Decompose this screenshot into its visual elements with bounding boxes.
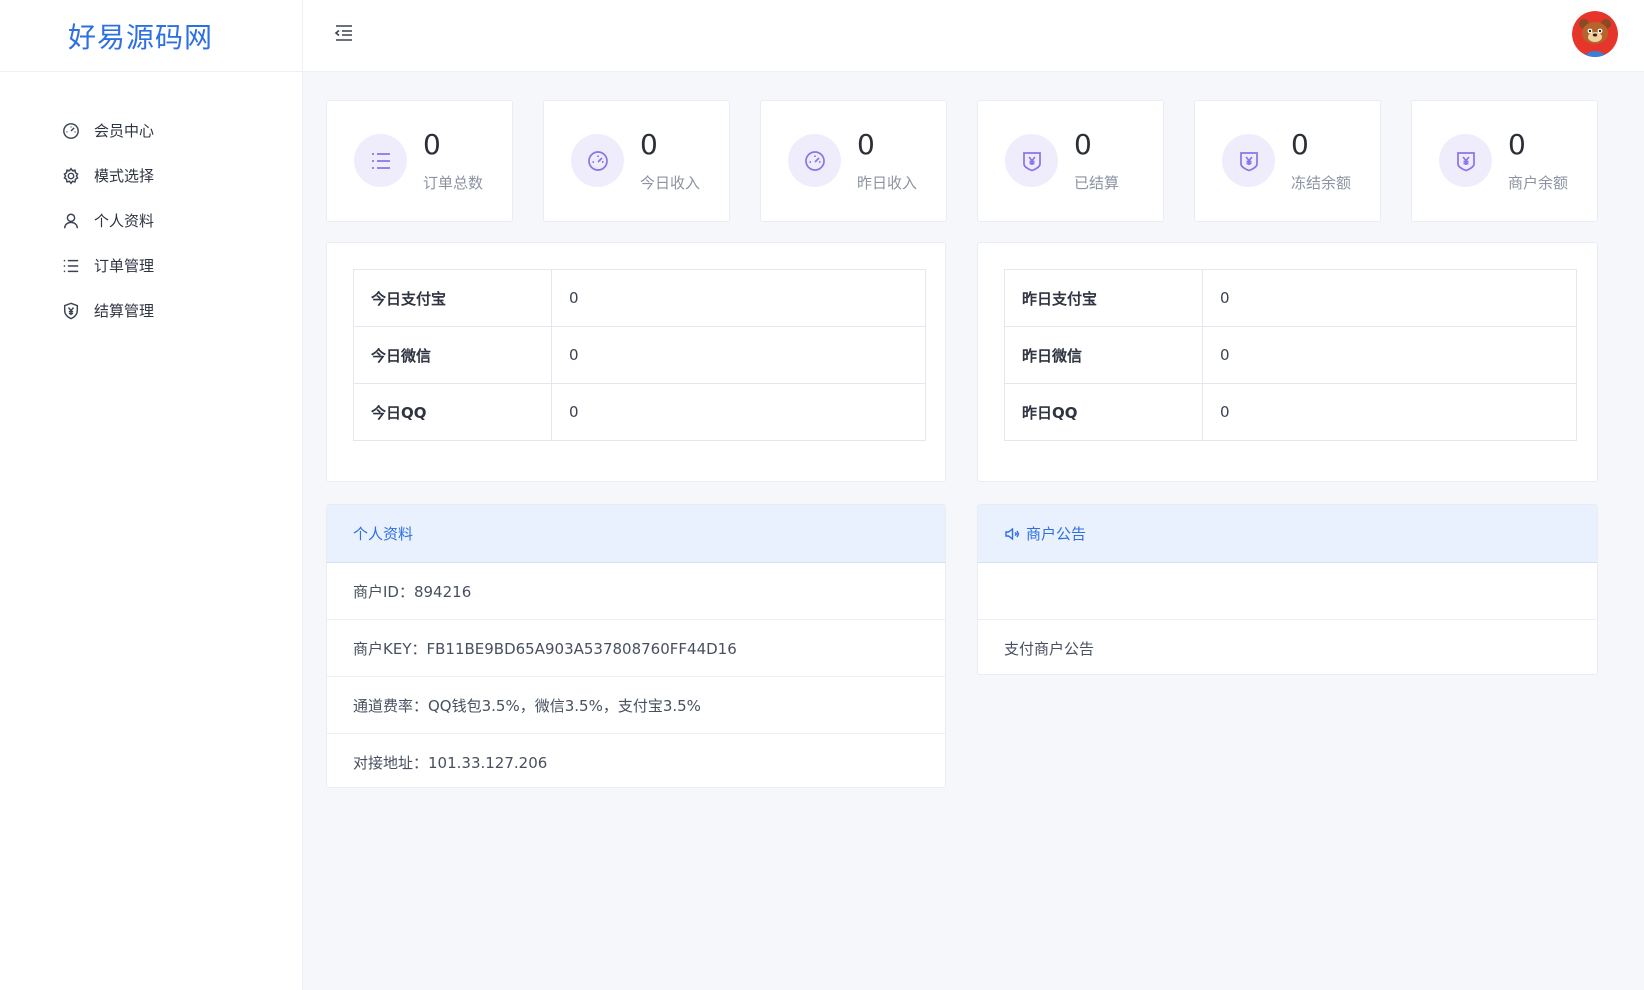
profile-row-merchant-id: 商户ID：894216 [327, 563, 945, 620]
table-cell-key: 昨日QQ [1004, 383, 1203, 441]
table-row: 昨日微信 0 [1004, 326, 1577, 384]
stat-value: 0 [1508, 128, 1526, 161]
stat-label: 已结算 [1074, 174, 1120, 192]
table-row: 昨日支付宝 0 [1004, 269, 1577, 327]
table-cell-key: 今日QQ [353, 383, 552, 441]
table-cell-key: 昨日微信 [1004, 326, 1203, 384]
speaker-icon [1004, 526, 1020, 542]
stat-card-total-orders: 0 订单总数 [326, 100, 513, 222]
stat-label: 昨日收入 [857, 174, 918, 192]
user-icon [62, 212, 80, 230]
table-cell-value: 0 [1202, 326, 1577, 384]
sidebar-item-orders[interactable]: 订单管理 [0, 243, 302, 288]
table-cell-value: 0 [551, 269, 926, 327]
table-cell-value: 0 [551, 326, 926, 384]
list-icon [354, 134, 407, 187]
stat-label: 冻结余额 [1291, 174, 1352, 192]
profile-card-title: 个人资料 [353, 525, 414, 543]
table-row: 今日QQ 0 [353, 383, 926, 441]
notice-card-title: 商户公告 [1026, 525, 1087, 543]
table-row: 今日微信 0 [353, 326, 926, 384]
table-cell-value: 0 [1202, 383, 1577, 441]
table-cell-key: 今日支付宝 [353, 269, 552, 327]
gauge-icon [571, 134, 624, 187]
sidebar-item-label: 个人资料 [94, 212, 155, 230]
sidebar: 好易源码网 会员中心 模式选择 个人资料 订单管理 结算管理 [0, 0, 303, 990]
stat-label: 今日收入 [640, 174, 701, 192]
stat-value: 0 [1074, 128, 1092, 161]
menu-collapse-icon[interactable] [333, 22, 355, 44]
top-header [303, 0, 1644, 72]
sidebar-menu: 会员中心 模式选择 个人资料 订单管理 结算管理 [0, 72, 302, 333]
dashboard-icon [62, 122, 80, 140]
sidebar-item-mode-select[interactable]: 模式选择 [0, 153, 302, 198]
profile-card: 个人资料 商户ID：894216 商户KEY：FB11BE9BD65A903A5… [326, 504, 946, 788]
sidebar-item-label: 结算管理 [94, 302, 155, 320]
shield-yen-icon [62, 302, 80, 320]
stat-label: 订单总数 [423, 174, 484, 192]
gear-icon [62, 166, 80, 185]
sidebar-item-profile[interactable]: 个人资料 [0, 198, 302, 243]
notice-card-header: 商户公告 [978, 505, 1597, 563]
profile-row-channel-rate: 通道费率：QQ钱包3.5%，微信3.5%，支付宝3.5% [327, 677, 945, 734]
table-cell-key: 今日微信 [353, 326, 552, 384]
stat-card-settled: 0 已结算 [977, 100, 1164, 222]
brand-logo[interactable]: 好易源码网 [0, 0, 302, 72]
table-row: 今日支付宝 0 [353, 269, 926, 327]
table-cell-value: 0 [1202, 269, 1577, 327]
logo-text: 好易源码网 [68, 20, 214, 54]
sidebar-item-label: 模式选择 [94, 167, 155, 185]
sidebar-item-label: 会员中心 [94, 122, 155, 140]
today-summary-table: 今日支付宝 0 今日微信 0 今日QQ 0 [353, 269, 926, 441]
notice-row-content: 支付商户公告 [1004, 640, 1095, 658]
sidebar-item-member-center[interactable]: 会员中心 [0, 108, 302, 153]
sidebar-item-settlement[interactable]: 结算管理 [0, 288, 302, 333]
avatar[interactable] [1572, 11, 1618, 57]
stat-value: 0 [857, 128, 875, 161]
today-summary-panel: 今日支付宝 0 今日微信 0 今日QQ 0 [326, 242, 946, 482]
shield-yen-icon [1439, 134, 1492, 187]
stat-card-yesterday-income: 0 昨日收入 [760, 100, 947, 222]
stat-value: 0 [640, 128, 658, 161]
stat-card-merchant-balance: 0 商户余额 [1411, 100, 1598, 222]
shield-yen-icon [1005, 134, 1058, 187]
profile-row-api-address: 对接地址：101.33.127.206 [353, 754, 548, 772]
stat-value: 0 [1291, 128, 1309, 161]
stat-label: 商户余额 [1508, 174, 1569, 192]
profile-card-header: 个人资料 [327, 505, 945, 563]
profile-row-merchant-key: 商户KEY：FB11BE9BD65A903A537808760FF44D16 [327, 620, 945, 677]
stat-value: 0 [423, 128, 441, 161]
yesterday-summary-panel: 昨日支付宝 0 昨日微信 0 昨日QQ 0 [977, 242, 1598, 482]
stat-card-frozen-balance: 0 冻结余额 [1194, 100, 1381, 222]
table-cell-value: 0 [551, 383, 926, 441]
notice-card: 商户公告 支付商户公告 [977, 504, 1598, 675]
shield-yen-icon [1222, 134, 1275, 187]
yesterday-summary-table: 昨日支付宝 0 昨日微信 0 昨日QQ 0 [1004, 269, 1577, 441]
table-row: 昨日QQ 0 [1004, 383, 1577, 441]
list-icon [62, 257, 80, 275]
stat-card-today-income: 0 今日收入 [543, 100, 730, 222]
notice-row-empty [978, 563, 1597, 620]
gauge-icon [788, 134, 841, 187]
table-cell-key: 昨日支付宝 [1004, 269, 1203, 327]
sidebar-item-label: 订单管理 [94, 257, 155, 275]
